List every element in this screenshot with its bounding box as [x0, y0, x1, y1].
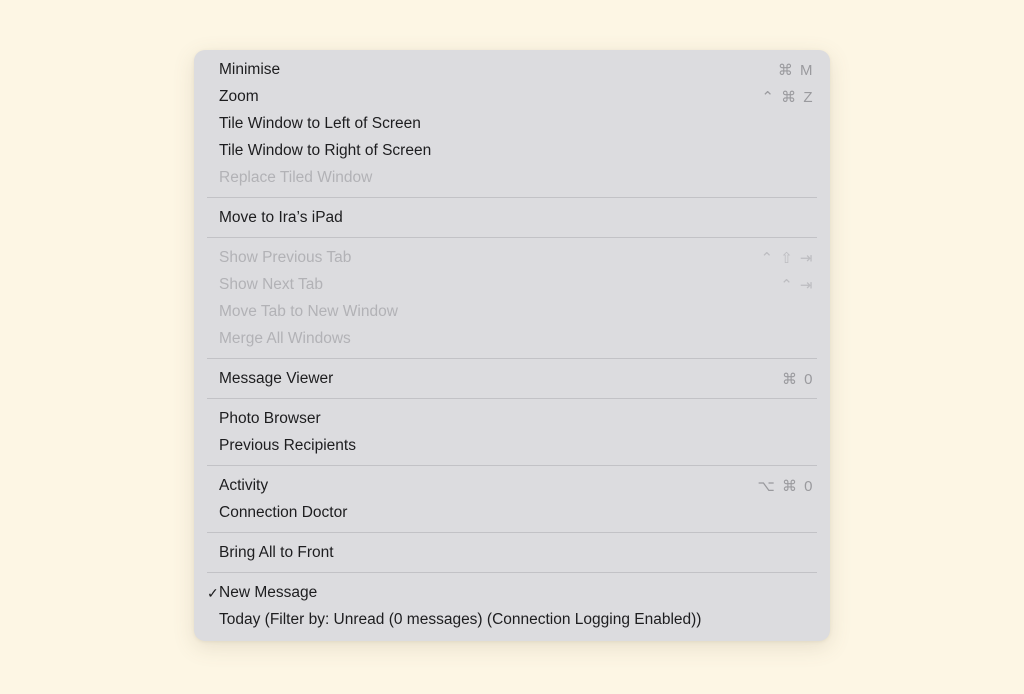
menu-item-label: Zoom [219, 87, 259, 105]
menu-item-zoom[interactable]: Zoom ⌃ ⌘ Z [194, 83, 830, 110]
menu-item-label: Photo Browser [219, 409, 321, 427]
menu-separator [207, 398, 817, 399]
menu-item-shortcut: ⌥ ⌘ 0 [757, 477, 814, 495]
menu-item-connection-doctor[interactable]: Connection Doctor [194, 499, 830, 526]
menu-item-shortcut: ⌃ ⌘ Z [761, 88, 814, 106]
menu-item-message-viewer[interactable]: Message Viewer ⌘ 0 [194, 365, 830, 392]
menu-item-merge-all-windows: Merge All Windows [194, 325, 830, 352]
menu-item-label: Replace Tiled Window [219, 168, 373, 186]
menu-separator [207, 532, 817, 533]
menu-item-label: Previous Recipients [219, 436, 356, 454]
menu-item-tile-window-to-left-of-screen[interactable]: Tile Window to Left of Screen [194, 110, 830, 137]
menu-group: ✓ New Message Today (Filter by: Unread (0 … [194, 579, 830, 633]
menu-group: Minimise ⌘ M Zoom ⌃ ⌘ Z Tile Window to Left … [194, 56, 830, 191]
menu-item-label: Bring All to Front [219, 543, 334, 561]
menu-group: Move to Ira’s iPad [194, 204, 830, 231]
menu-group: Activity ⌥ ⌘ 0 Connection Doctor [194, 472, 830, 526]
menu-item-shortcut: ⌘ 0 [781, 370, 814, 388]
menu-item-label: New Message [219, 583, 318, 601]
menu-item-previous-recipients[interactable]: Previous Recipients [194, 432, 830, 459]
menu-item-move-to-ira-s-ipad[interactable]: Move to Ira’s iPad [194, 204, 830, 231]
menu-item-label: Merge All Windows [219, 329, 351, 347]
menu-item-label: Tile Window to Left of Screen [219, 114, 421, 132]
menu-item-label: Show Next Tab [219, 275, 323, 293]
menu-item-activity[interactable]: Activity ⌥ ⌘ 0 [194, 472, 830, 499]
checkmark-icon: ✓ [207, 584, 219, 601]
menu-item-label: Connection Doctor [219, 503, 348, 521]
menu-item-label: Message Viewer [219, 369, 334, 387]
menu-group: Photo Browser Previous Recipients [194, 405, 830, 459]
menu-item-move-tab-to-new-window: Move Tab to New Window [194, 298, 830, 325]
menu-item-photo-browser[interactable]: Photo Browser [194, 405, 830, 432]
menu-item-minimise[interactable]: Minimise ⌘ M [194, 56, 830, 83]
menu-item-shortcut: ⌘ M [777, 61, 814, 79]
menu-group: Message Viewer ⌘ 0 [194, 365, 830, 392]
menu-item-today-filter-by-unread-0-messages-connection-log[interactable]: Today (Filter by: Unread (0 messages) (C… [194, 606, 830, 633]
window-menu-panel: Minimise ⌘ M Zoom ⌃ ⌘ Z Tile Window to Left … [194, 50, 830, 641]
menu-separator [207, 572, 817, 573]
menu-item-show-next-tab: Show Next Tab ⌃ ⇥ [194, 271, 830, 298]
menu-separator [207, 465, 817, 466]
menu-item-show-previous-tab: Show Previous Tab ⌃ ⇧ ⇥ [194, 244, 830, 271]
menu-separator [207, 237, 817, 238]
menu-separator [207, 197, 817, 198]
menu-group: Show Previous Tab ⌃ ⇧ ⇥ Show Next Tab ⌃ ⇥ Mo… [194, 244, 830, 352]
menu-item-label: Minimise [219, 60, 281, 78]
menu-group: Bring All to Front [194, 539, 830, 566]
menu-item-new-message[interactable]: ✓ New Message [194, 579, 830, 606]
menu-item-bring-all-to-front[interactable]: Bring All to Front [194, 539, 830, 566]
menu-item-label: Tile Window to Right of Screen [219, 141, 432, 159]
menu-item-label: Show Previous Tab [219, 248, 352, 266]
menu-item-shortcut: ⌃ ⇧ ⇥ [760, 249, 814, 267]
menu-item-shortcut: ⌃ ⇥ [780, 276, 814, 294]
menu-separator [207, 358, 817, 359]
menu-item-label: Activity [219, 476, 269, 494]
menu-item-label: Move to Ira’s iPad [219, 208, 343, 226]
menu-item-label: Today (Filter by: Unread (0 messages) (C… [219, 610, 702, 628]
menu-item-replace-tiled-window: Replace Tiled Window [194, 164, 830, 191]
menu-item-tile-window-to-right-of-screen[interactable]: Tile Window to Right of Screen [194, 137, 830, 164]
menu-item-label: Move Tab to New Window [219, 302, 398, 320]
